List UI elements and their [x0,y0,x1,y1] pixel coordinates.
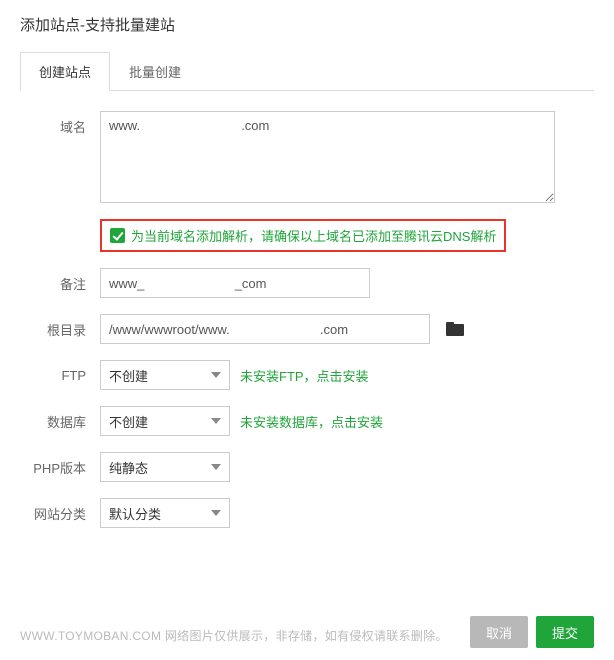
tab-batch-create[interactable]: 批量创建 [110,52,200,91]
label-category: 网站分类 [30,504,100,523]
root-input[interactable] [100,314,430,344]
dns-hint-text: 为当前域名添加解析，请确保以上域名已添加至腾讯云DNS解析 [131,226,496,245]
chevron-down-icon [211,510,221,516]
add-site-dialog: 添加站点-支持批量建站 创建站点 批量创建 域名 www. .com [0,0,614,660]
folder-icon[interactable] [446,322,464,336]
tabs: 创建站点 批量创建 [20,51,594,91]
chevron-down-icon [211,418,221,424]
db-select-value: 不创建 [109,412,148,431]
label-note: 备注 [30,274,100,293]
php-select-value: 纯静态 [109,458,148,477]
row-category: 网站分类 默认分类 [30,498,584,528]
cancel-button[interactable]: 取消 [470,616,528,648]
row-dns-hint: 为当前域名添加解析，请确保以上域名已添加至腾讯云DNS解析 [30,219,584,252]
label-php: PHP版本 [30,458,100,477]
chevron-down-icon [211,372,221,378]
submit-button[interactable]: 提交 [536,616,594,648]
row-note: 备注 [30,268,584,298]
label-root: 根目录 [30,320,100,339]
ftp-select[interactable]: 不创建 [100,360,230,390]
row-php: PHP版本 纯静态 [30,452,584,482]
watermark-text: WWW.TOYMOBAN.COM 网络图片仅供展示，非存储，如有侵权请联系删除。 [20,627,448,644]
dialog-title: 添加站点-支持批量建站 [0,0,614,45]
form: 域名 www. .com 为当前域名添加解析，请确保以上域名已添加至腾讯云DNS… [20,91,594,528]
category-select[interactable]: 默认分类 [100,498,230,528]
db-install-link[interactable]: 未安装数据库，点击安装 [240,412,383,431]
row-domain: 域名 www. .com [30,111,584,203]
tab-create-site[interactable]: 创建站点 [20,52,110,91]
dialog-body: 创建站点 批量创建 域名 www. .com 为当前域名添加解析，请确保以上域名… [0,51,614,604]
domain-textarea[interactable]: www. .com [100,111,555,203]
row-root: 根目录 [30,314,584,344]
php-select[interactable]: 纯静态 [100,452,230,482]
row-db: 数据库 不创建 未安装数据库，点击安装 [30,406,584,436]
note-input[interactable] [100,268,370,298]
chevron-down-icon [211,464,221,470]
label-db: 数据库 [30,412,100,431]
ftp-select-value: 不创建 [109,366,148,385]
dialog-footer: WWW.TOYMOBAN.COM 网络图片仅供展示，非存储，如有侵权请联系删除。… [0,604,614,660]
ftp-install-link[interactable]: 未安装FTP，点击安装 [240,366,369,385]
row-ftp: FTP 不创建 未安装FTP，点击安装 [30,360,584,390]
dns-checkbox[interactable] [110,228,125,243]
dns-hint-box: 为当前域名添加解析，请确保以上域名已添加至腾讯云DNS解析 [100,219,506,252]
category-select-value: 默认分类 [109,504,161,523]
label-ftp: FTP [30,368,100,383]
label-domain: 域名 [30,111,100,136]
db-select[interactable]: 不创建 [100,406,230,436]
